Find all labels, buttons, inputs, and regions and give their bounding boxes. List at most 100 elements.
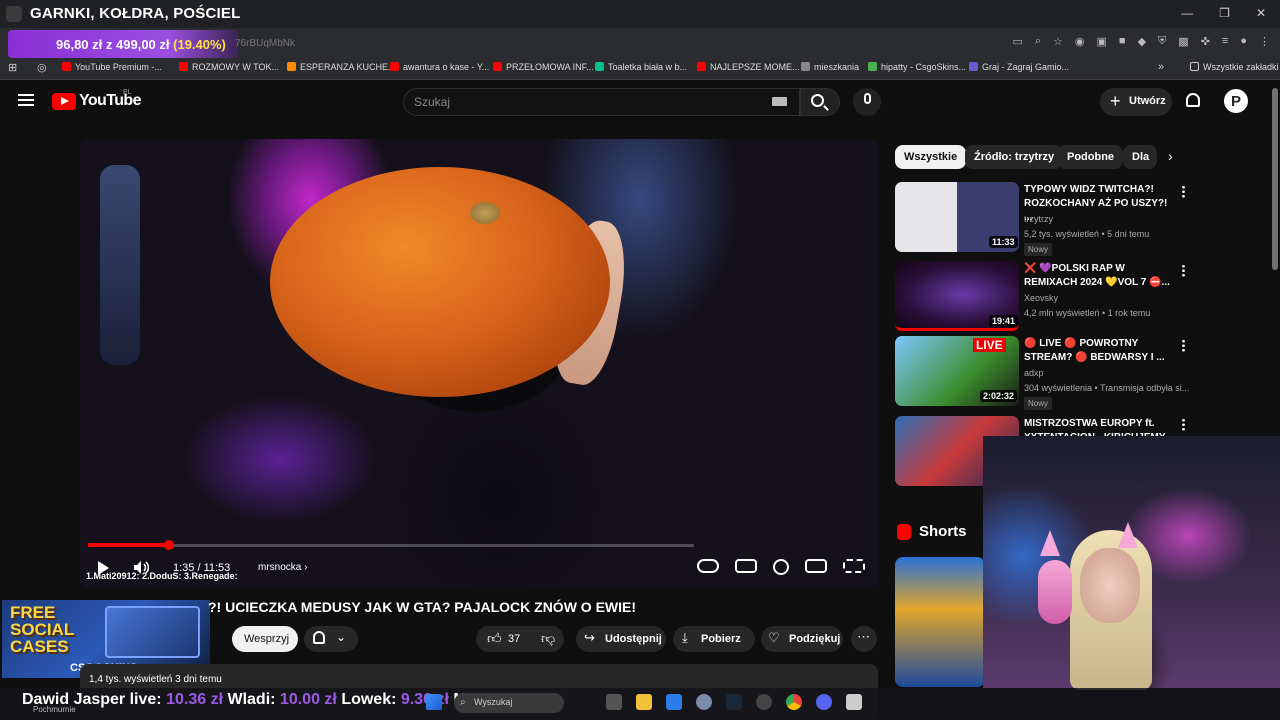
chapter-title[interactable]: mrsnocka › [258,562,307,573]
search-input[interactable] [403,88,800,116]
miniplayer-icon[interactable] [805,559,827,573]
shorts-thumbnail[interactable] [895,557,985,687]
install-icon[interactable]: ▭ [1012,35,1022,48]
file-explorer-icon[interactable] [636,694,652,710]
rec-meta-1: 5,2 tys. wyświetleń • 5 dni temu [1024,229,1150,239]
settings-icon[interactable] [696,694,712,710]
profile-icon[interactable]: ● [1240,35,1247,48]
cat-ear-left [1040,530,1060,556]
download-label: Pobierz [701,633,741,645]
share-icon: ↪ [584,630,595,645]
star-icon[interactable]: ☆ [1053,35,1063,48]
bookmark-item[interactable]: awantura o kase - Y... [390,62,489,72]
shield-icon[interactable]: ⛨ [1158,35,1166,48]
youtube-logo-icon[interactable] [52,93,76,110]
zoom-icon[interactable]: ⌕ [1035,35,1041,48]
weather-text: Pochmurnie [33,705,76,714]
minimize-button[interactable]: — [1181,6,1193,20]
apps-grid-icon[interactable]: ⊞ [8,61,17,74]
windows-start-icon[interactable] [426,694,442,710]
taskbar-icons [606,694,862,710]
rec-menu-icon[interactable] [1182,418,1185,431]
tab-search-button[interactable] [6,6,22,22]
chip-all[interactable]: Wszystkie [895,145,967,169]
bookmark-item[interactable]: NAJLEPSZE MOME... [697,62,800,72]
store-icon[interactable] [666,694,682,710]
extension-icon[interactable]: ▩ [1178,35,1188,48]
thumbs-up-icon[interactable]: 👍︎ [487,630,502,647]
bookmark-item[interactable]: PRZEŁOMOWA INF... [493,62,594,72]
chevron-right-icon[interactable]: › [1168,148,1173,164]
sidebar-scrollbar[interactable] [1272,88,1278,270]
rec-title-2[interactable]: ❌ 💜POLSKI RAP W REMIXACH 2024 💛VOL 7 ⛔..… [1024,262,1174,290]
ad-line-1: FREE [10,603,56,622]
rec-menu-icon[interactable] [1182,264,1185,277]
more-bookmarks-icon[interactable]: » [1158,61,1164,73]
progress-scrubber[interactable] [164,540,174,550]
rec-title-3[interactable]: 🔴 LIVE 🔴 POWROTNY STREAM? 🔴 BEDWARSY I .… [1024,337,1174,365]
bookmark-item[interactable]: mieszkania [801,62,859,72]
obs-icon[interactable] [756,694,772,710]
extension-icon[interactable]: ■ [1119,35,1126,48]
extension-icon[interactable]: ◉ [1075,35,1085,48]
rec-menu-icon[interactable] [1182,185,1185,198]
url-text[interactable]: 76rBUqMbNk [235,38,295,49]
rec-duration-1: 11:33 [989,236,1018,248]
bookmark-item[interactable]: Graj - Zagraj Gamio... [969,62,1069,72]
chevron-down-icon: ⌄ [336,630,347,644]
progress-bar[interactable] [88,544,694,547]
chrome-icon[interactable] [786,694,802,710]
bookmark-item[interactable]: ESPERANZA KUCHE... [287,62,396,72]
upload-age: 3 dni temu [175,674,222,685]
discord-icon[interactable] [816,694,832,710]
rec-title-4[interactable]: MISTRZOSTWA EUROPY ft. XXTENTACION - KIB… [1024,417,1174,437]
puzzle-icon[interactable]: ✜ [1201,35,1210,48]
bookmark-favicon-icon [697,62,706,71]
chip-similar[interactable]: Podobne [1058,145,1124,169]
all-bookmarks-button[interactable]: Wszystkie zakładki [1190,62,1279,72]
rec-meta-3: 304 wyświetlenia • Transmisja odbyła si.… [1024,383,1189,393]
like-count: 37 [508,633,521,645]
facebook-case-image [105,606,200,658]
bookmark-item[interactable]: hipatty - CsgoSkins... [868,62,966,72]
reading-list-icon[interactable]: ≡ [1222,35,1228,48]
tab-title[interactable]: GARNKI, KOŁDRA, POŚCIEL [30,5,240,22]
rec-duration-3: 2:02:32 [980,390,1018,402]
extension-icon[interactable]: ▣ [1097,35,1107,48]
app-icon[interactable] [846,694,862,710]
kebab-menu-icon[interactable]: ⋮ [1259,35,1270,48]
rec-channel-2[interactable]: Xeovsky [1024,293,1058,303]
fullscreen-icon[interactable] [843,559,865,573]
shorts-icon [897,524,911,540]
close-window-button[interactable]: ✕ [1256,6,1266,20]
subtitles-icon[interactable] [735,559,757,573]
bookmark-item[interactable]: ROZMOWY W TOK... [179,62,279,72]
rec-channel-1[interactable]: trzytrzy [1024,214,1053,224]
bookmark-item[interactable]: Toaletka biała w b... [595,62,687,72]
notifications-bell-icon[interactable] [1186,93,1200,107]
extension-icon[interactable]: ◆ [1138,35,1146,48]
bookmark-item[interactable]: YouTube Premium -... [62,62,162,72]
rec-menu-icon[interactable] [1182,339,1185,352]
globe-icon[interactable]: ◎ [37,61,47,74]
hamburger-menu-icon[interactable] [18,94,34,106]
bookmark-label: YouTube Premium -... [75,62,162,72]
all-bookmarks-label: Wszystkie zakładki [1203,62,1279,72]
window-controls: — ❐ ✕ [1181,6,1266,20]
chip-source[interactable]: Źródło: trzytrzy [965,145,1064,169]
autoplay-toggle-icon[interactable] [697,559,719,573]
rec-channel-3[interactable]: adxp [1024,368,1044,378]
microphone-icon [864,93,871,104]
search-placeholder: Szukaj [414,95,451,109]
maximize-button[interactable]: ❐ [1219,6,1230,20]
keyboard-icon[interactable] [772,97,787,106]
bookmark-label: ROZMOWY W TOK... [192,62,280,72]
taskbar-search-placeholder: Wyszukaj [474,697,513,707]
create-label: Utwórz [1129,95,1166,107]
steam-icon[interactable] [726,694,742,710]
settings-gear-icon[interactable] [773,559,789,575]
thumbs-down-icon[interactable]: 👎︎ [541,630,555,647]
join-label: Wesprzyj [244,633,290,645]
task-view-icon[interactable] [606,694,622,710]
chip-for-you[interactable]: Dla [1123,145,1157,169]
